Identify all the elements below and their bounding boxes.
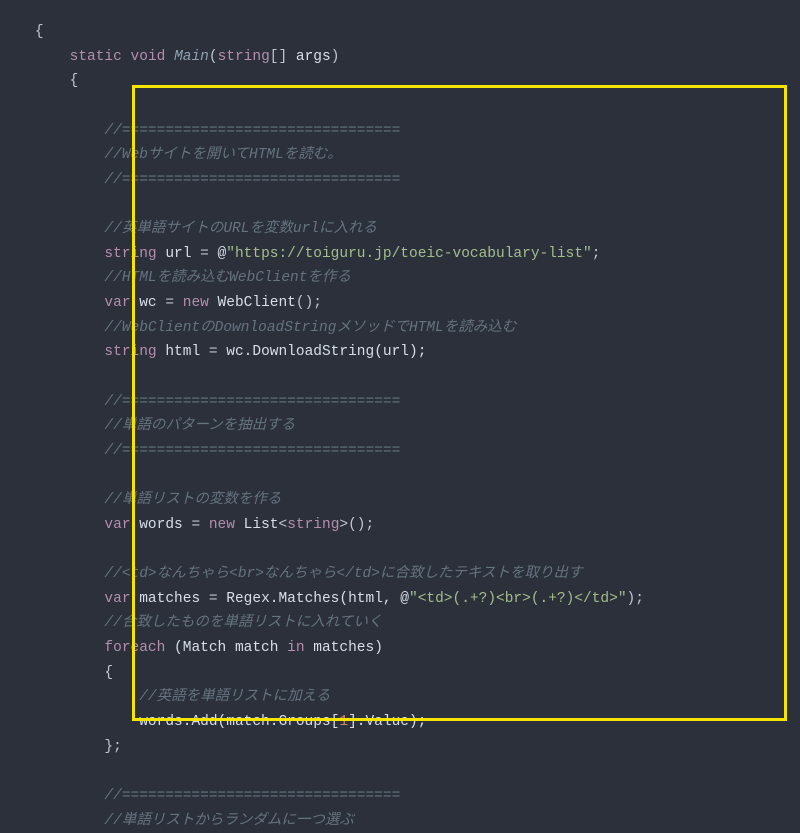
comment: //Webサイトを開いてHTMLを読む。 (104, 147, 341, 163)
comment: //<td>なんちゃら<br>なんちゃら</td>に合致したテキストを取り出す (104, 566, 582, 582)
comment-separator: //================================ (104, 123, 400, 139)
comment: //単語のパターンを抽出する (104, 418, 295, 434)
comment: //合致したものを単語リストに入れていく (104, 615, 382, 631)
comment: //WebClientのDownloadStringメソッドでHTMLを読み込む (104, 320, 516, 336)
keyword-void: void (131, 49, 166, 65)
code-block: { static void Main(string[] args) { //==… (0, 20, 800, 833)
comment: //HTMLを読み込むWebClientを作る (104, 270, 351, 286)
comment-separator: //================================ (104, 443, 400, 459)
code-editor: { static void Main(string[] args) { //==… (0, 0, 800, 833)
comment-separator: //================================ (104, 788, 400, 804)
comment: //英単語サイトのURLを変数urlに入れる (104, 221, 377, 237)
comment-separator: //================================ (104, 172, 400, 188)
comment: //単語リストからランダムに一つ選ぶ (104, 813, 353, 829)
comment: //単語リストの変数を作る (104, 492, 281, 508)
string-literal-regex: "<td>(.+?)<br>(.+?)</td>" (409, 591, 627, 607)
string-literal-url: "https://toiguru.jp/toeic-vocabulary-lis… (226, 246, 591, 262)
comment: //英語を単語リストに加える (139, 689, 330, 705)
method-name: Main (174, 49, 209, 65)
keyword-static: static (70, 49, 122, 65)
comment-separator: //================================ (104, 394, 400, 410)
